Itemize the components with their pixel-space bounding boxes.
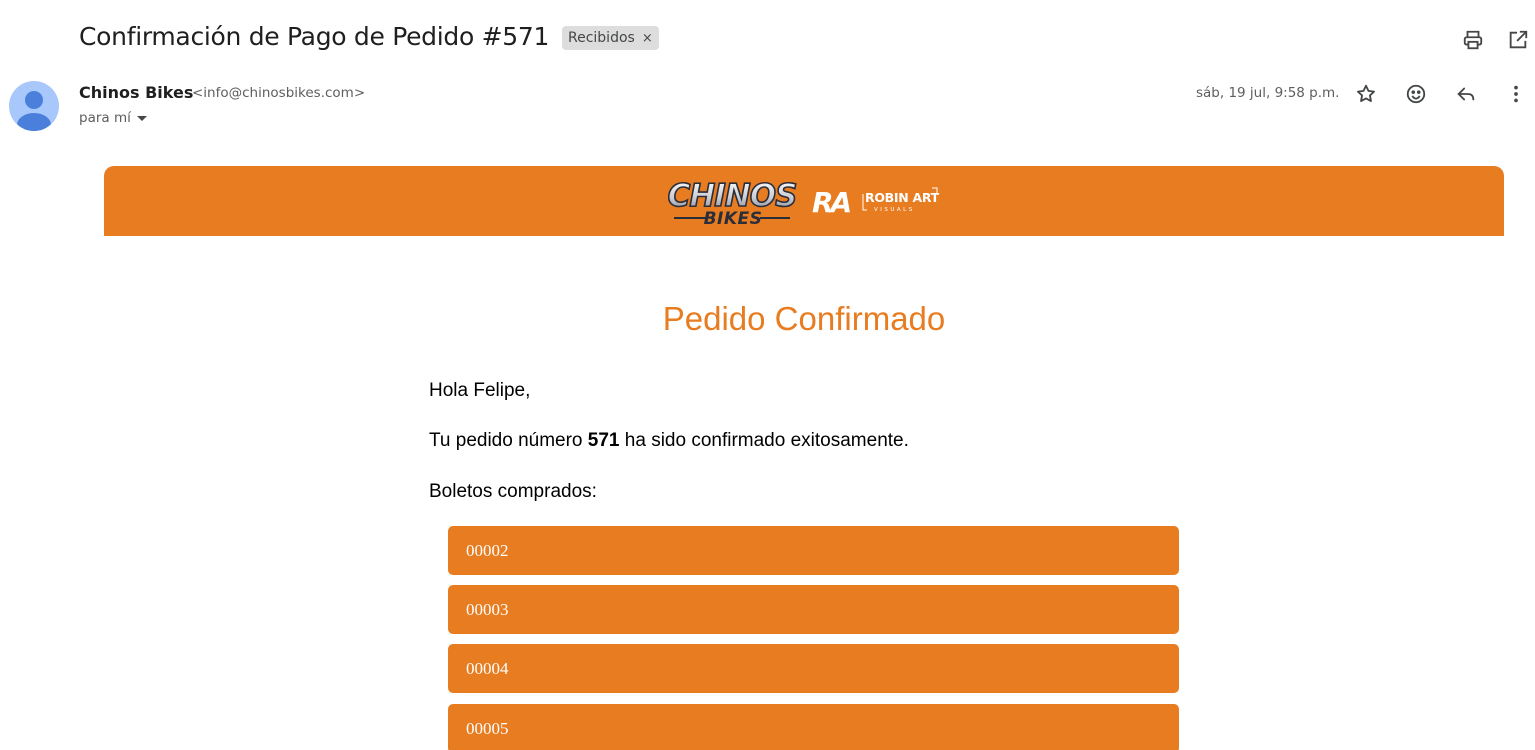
svg-text:RA: RA [812,186,851,218]
email-view: Confirmación de Pago de Pedido #571 Reci… [0,0,1535,750]
email-banner [104,166,1504,236]
recipient-details-toggle[interactable]: para mí [79,110,147,126]
print-icon[interactable] [1461,28,1485,52]
confirmation-heading: Pedido Confirmado [662,300,946,337]
emoji-icon[interactable] [1403,81,1429,107]
email-subject: Confirmación de Pago de Pedido #571 [79,22,550,51]
chevron-down-icon [136,116,147,121]
star-icon[interactable] [1353,81,1379,107]
robin-art-logo: RA ROBIN ART VISUALS [812,186,940,218]
order-confirmation-text: Tu pedido número 571 ha sido confirmado … [429,430,909,452]
ticket-item: 00003 [448,585,1179,634]
reply-icon[interactable] [1453,81,1479,107]
sender-email: <info@chinosbikes.com> [192,85,366,101]
svg-text:VISUALS: VISUALS [874,207,915,213]
more-vert-icon[interactable] [1503,81,1529,107]
sender-avatar[interactable] [9,81,59,131]
ticket-item: 00004 [448,644,1179,693]
open-in-new-icon[interactable] [1506,28,1530,52]
tickets-label: Boletos comprados: [429,481,597,502]
remove-label-icon[interactable]: × [642,31,653,46]
recipient-label: para mí [79,110,131,126]
svg-text:BIKES: BIKES [704,209,763,228]
chinos-bikes-logo: CHINOS BIKES [668,177,798,228]
greeting-text: Hola Felipe, [429,380,531,401]
ticket-item: 00002 [448,526,1179,575]
sender-name[interactable]: Chinos Bikes [79,83,193,102]
person-icon [17,91,51,131]
order-number: 571 [587,430,620,451]
label-chip-text: Recibidos [568,30,635,46]
label-chip-inbox[interactable]: Recibidos × [562,26,659,50]
order-text-after: ha sido confirmado exitosamente. [619,430,909,451]
ticket-item: 00005 [448,704,1179,750]
svg-text:ROBIN ART: ROBIN ART [865,190,940,205]
email-date: sáb, 19 jul, 9:58 p.m. [1196,85,1340,101]
order-text-before: Tu pedido número [429,430,588,451]
